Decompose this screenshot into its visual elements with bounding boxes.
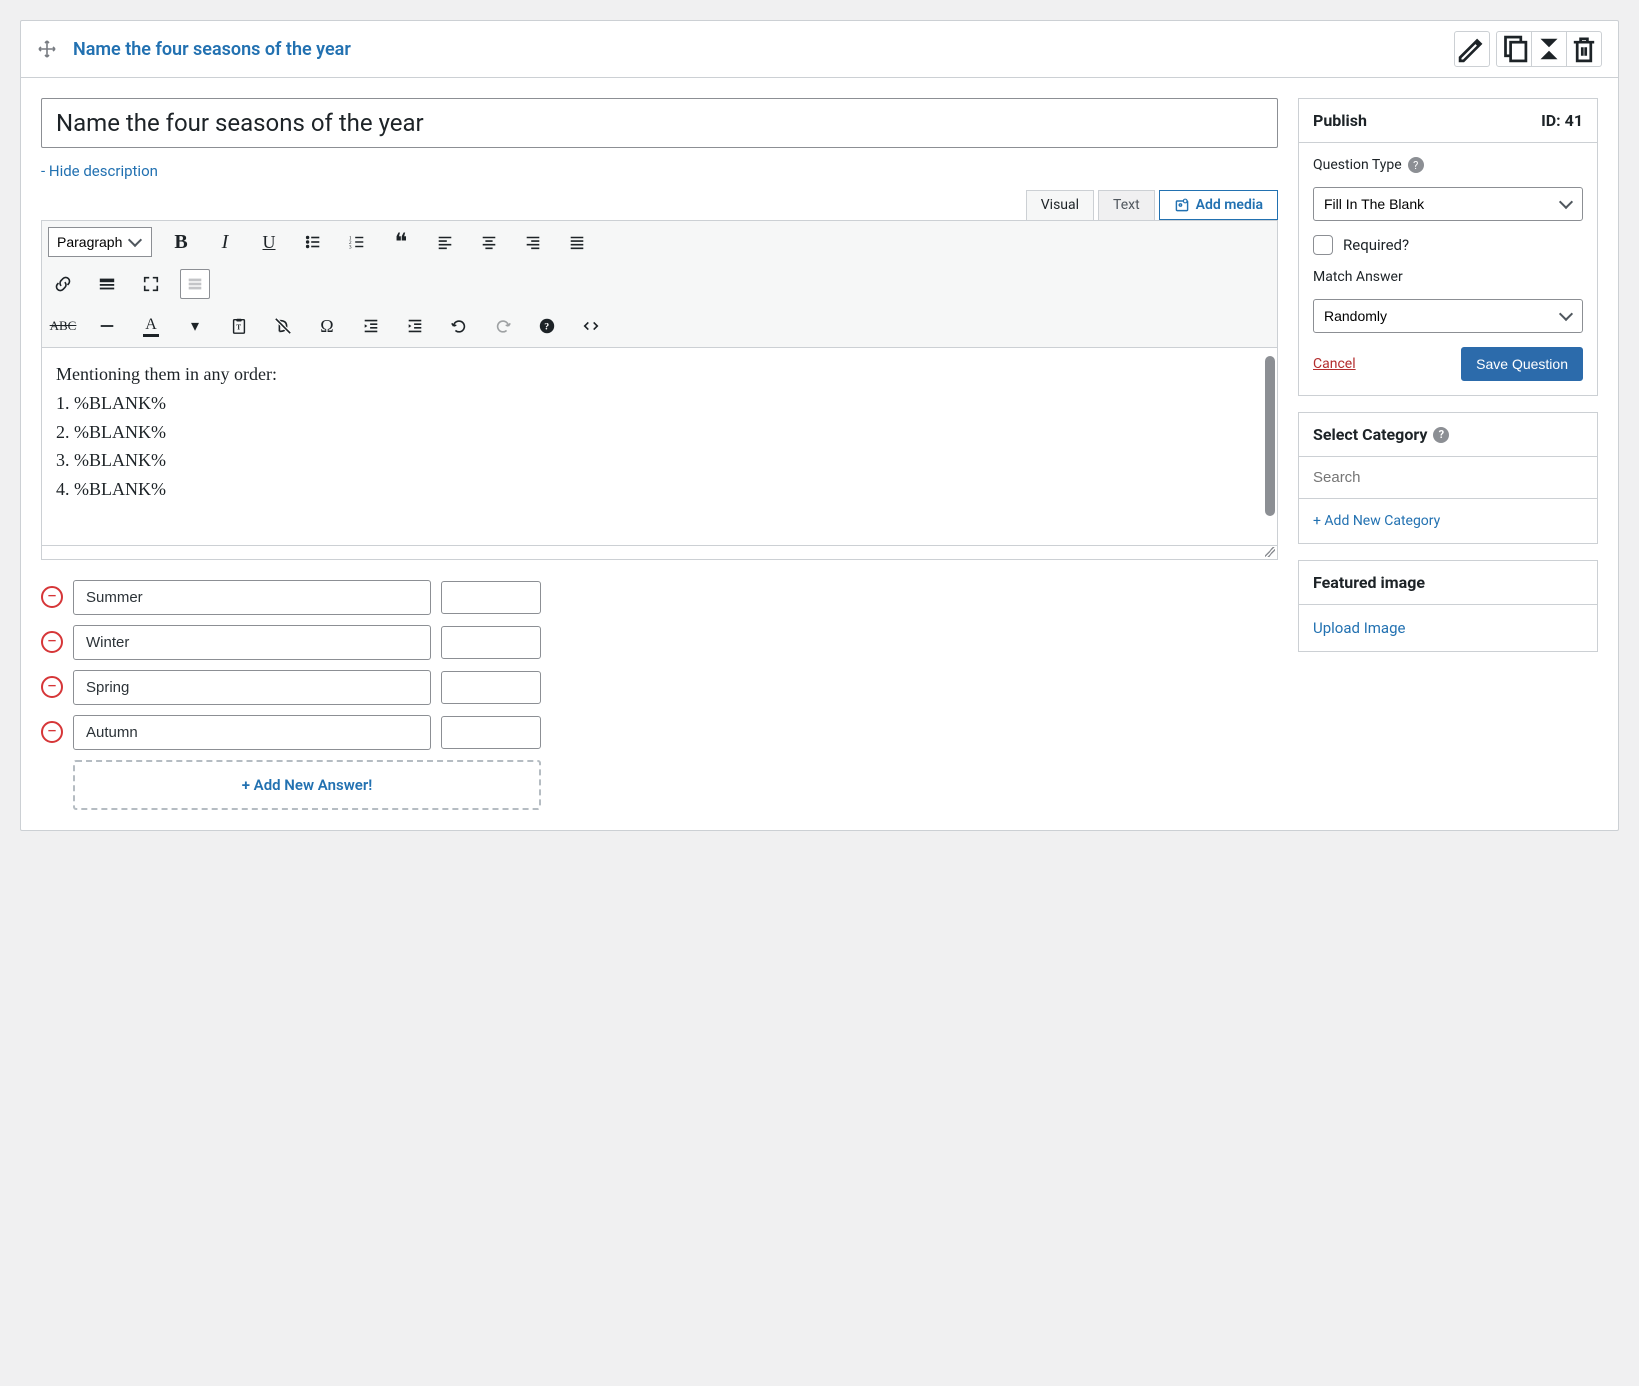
answer-input[interactable] bbox=[73, 715, 431, 750]
answer-row: − bbox=[41, 715, 541, 750]
answer-row: − bbox=[41, 670, 541, 705]
cancel-link[interactable]: Cancel bbox=[1313, 356, 1356, 372]
required-label: Required? bbox=[1343, 236, 1409, 254]
hr-icon[interactable] bbox=[92, 311, 122, 341]
paragraph-select[interactable]: Paragraph bbox=[48, 227, 152, 257]
hide-description-toggle[interactable]: - Hide description bbox=[41, 162, 158, 180]
answer-score-input[interactable] bbox=[441, 626, 541, 659]
add-category-link[interactable]: + Add New Category bbox=[1313, 513, 1583, 529]
link-icon[interactable] bbox=[48, 269, 78, 299]
numbered-list-icon[interactable]: 123 bbox=[342, 227, 372, 257]
category-search-input[interactable] bbox=[1299, 457, 1597, 498]
answer-row: − bbox=[41, 625, 541, 660]
answer-input[interactable] bbox=[73, 670, 431, 705]
question-id-label: ID: 41 bbox=[1541, 111, 1583, 130]
text-color-caret-icon[interactable]: ▾ bbox=[180, 311, 210, 341]
scrollbar[interactable] bbox=[1265, 356, 1275, 516]
required-checkbox[interactable] bbox=[1313, 235, 1333, 255]
paste-text-icon[interactable]: T bbox=[224, 311, 254, 341]
redo-icon[interactable] bbox=[488, 311, 518, 341]
add-media-button[interactable]: Add media bbox=[1159, 190, 1278, 220]
quote-icon[interactable]: ❝ bbox=[386, 227, 416, 257]
featured-image-panel: Featured image Upload Image bbox=[1298, 560, 1598, 652]
help-icon[interactable]: ? bbox=[1433, 427, 1449, 443]
card-header: Name the four seasons of the year bbox=[21, 21, 1618, 77]
clear-format-icon[interactable] bbox=[268, 311, 298, 341]
category-panel: Select Category ? + Add New Category bbox=[1298, 412, 1598, 544]
match-answer-select[interactable]: Randomly bbox=[1313, 299, 1583, 333]
toolbar-toggle-icon[interactable] bbox=[180, 269, 210, 299]
special-char-icon[interactable]: Ω bbox=[312, 311, 342, 341]
italic-icon[interactable]: I bbox=[210, 227, 240, 257]
answer-score-input[interactable] bbox=[441, 581, 541, 614]
code-icon[interactable] bbox=[576, 311, 606, 341]
svg-text:3: 3 bbox=[349, 244, 352, 250]
match-answer-label: Match Answer bbox=[1313, 269, 1583, 285]
featured-image-title: Featured image bbox=[1313, 573, 1425, 592]
answer-input[interactable] bbox=[73, 625, 431, 660]
editor-resize-handle[interactable] bbox=[41, 546, 1278, 560]
help-icon[interactable]: ? bbox=[532, 311, 562, 341]
text-color-icon[interactable]: A bbox=[136, 311, 166, 341]
delete-button[interactable] bbox=[1566, 31, 1602, 67]
answer-row: − bbox=[41, 580, 541, 615]
bold-icon[interactable]: B bbox=[166, 227, 196, 257]
question-title-link[interactable]: Name the four seasons of the year bbox=[73, 39, 1438, 60]
answer-input[interactable] bbox=[73, 580, 431, 615]
fullscreen-icon[interactable] bbox=[136, 269, 166, 299]
answer-score-input[interactable] bbox=[441, 716, 541, 749]
answers-list: − − − − bbox=[41, 580, 541, 810]
align-justify-icon[interactable] bbox=[562, 227, 592, 257]
align-right-icon[interactable] bbox=[518, 227, 548, 257]
answer-score-input[interactable] bbox=[441, 671, 541, 704]
question-type-select[interactable]: Fill In The Blank bbox=[1313, 187, 1583, 221]
align-center-icon[interactable] bbox=[474, 227, 504, 257]
duplicate-button[interactable] bbox=[1496, 31, 1532, 67]
tab-text[interactable]: Text bbox=[1098, 190, 1155, 220]
help-icon[interactable]: ? bbox=[1408, 157, 1424, 173]
remove-answer-icon[interactable]: − bbox=[41, 631, 63, 653]
bullet-list-icon[interactable] bbox=[298, 227, 328, 257]
outdent-icon[interactable] bbox=[356, 311, 386, 341]
drag-handle-icon[interactable] bbox=[37, 39, 57, 59]
publish-panel: Publish ID: 41 Question Type ? Fill In T… bbox=[1298, 98, 1598, 396]
category-title: Select Category bbox=[1313, 425, 1427, 444]
remove-answer-icon[interactable]: − bbox=[41, 586, 63, 608]
add-media-label: Add media bbox=[1196, 197, 1263, 213]
tab-visual[interactable]: Visual bbox=[1026, 190, 1094, 220]
underline-icon[interactable]: U bbox=[254, 227, 284, 257]
svg-text:?: ? bbox=[544, 322, 549, 333]
align-left-icon[interactable] bbox=[430, 227, 460, 257]
publish-title: Publish bbox=[1313, 111, 1367, 130]
indent-icon[interactable] bbox=[400, 311, 430, 341]
remove-answer-icon[interactable]: − bbox=[41, 721, 63, 743]
move-button[interactable] bbox=[1531, 31, 1567, 67]
upload-image-link[interactable]: Upload Image bbox=[1313, 619, 1583, 637]
svg-text:T: T bbox=[236, 324, 241, 332]
edit-button[interactable] bbox=[1454, 31, 1490, 67]
add-new-answer-button[interactable]: + Add New Answer! bbox=[73, 760, 541, 810]
editor-content[interactable]: Mentioning them in any order: 1. %BLANK%… bbox=[41, 348, 1278, 546]
remove-answer-icon[interactable]: − bbox=[41, 676, 63, 698]
undo-icon[interactable] bbox=[444, 311, 474, 341]
save-question-button[interactable]: Save Question bbox=[1461, 347, 1583, 381]
strikethrough-icon[interactable]: ABC bbox=[48, 311, 78, 341]
question-title-input[interactable] bbox=[41, 98, 1278, 148]
editor-toolbar: Paragraph B I U 123 ❝ bbox=[41, 220, 1278, 348]
question-type-label: Question Type ? bbox=[1313, 157, 1583, 173]
read-more-icon[interactable] bbox=[92, 269, 122, 299]
question-card: Name the four seasons of the year bbox=[20, 20, 1619, 831]
